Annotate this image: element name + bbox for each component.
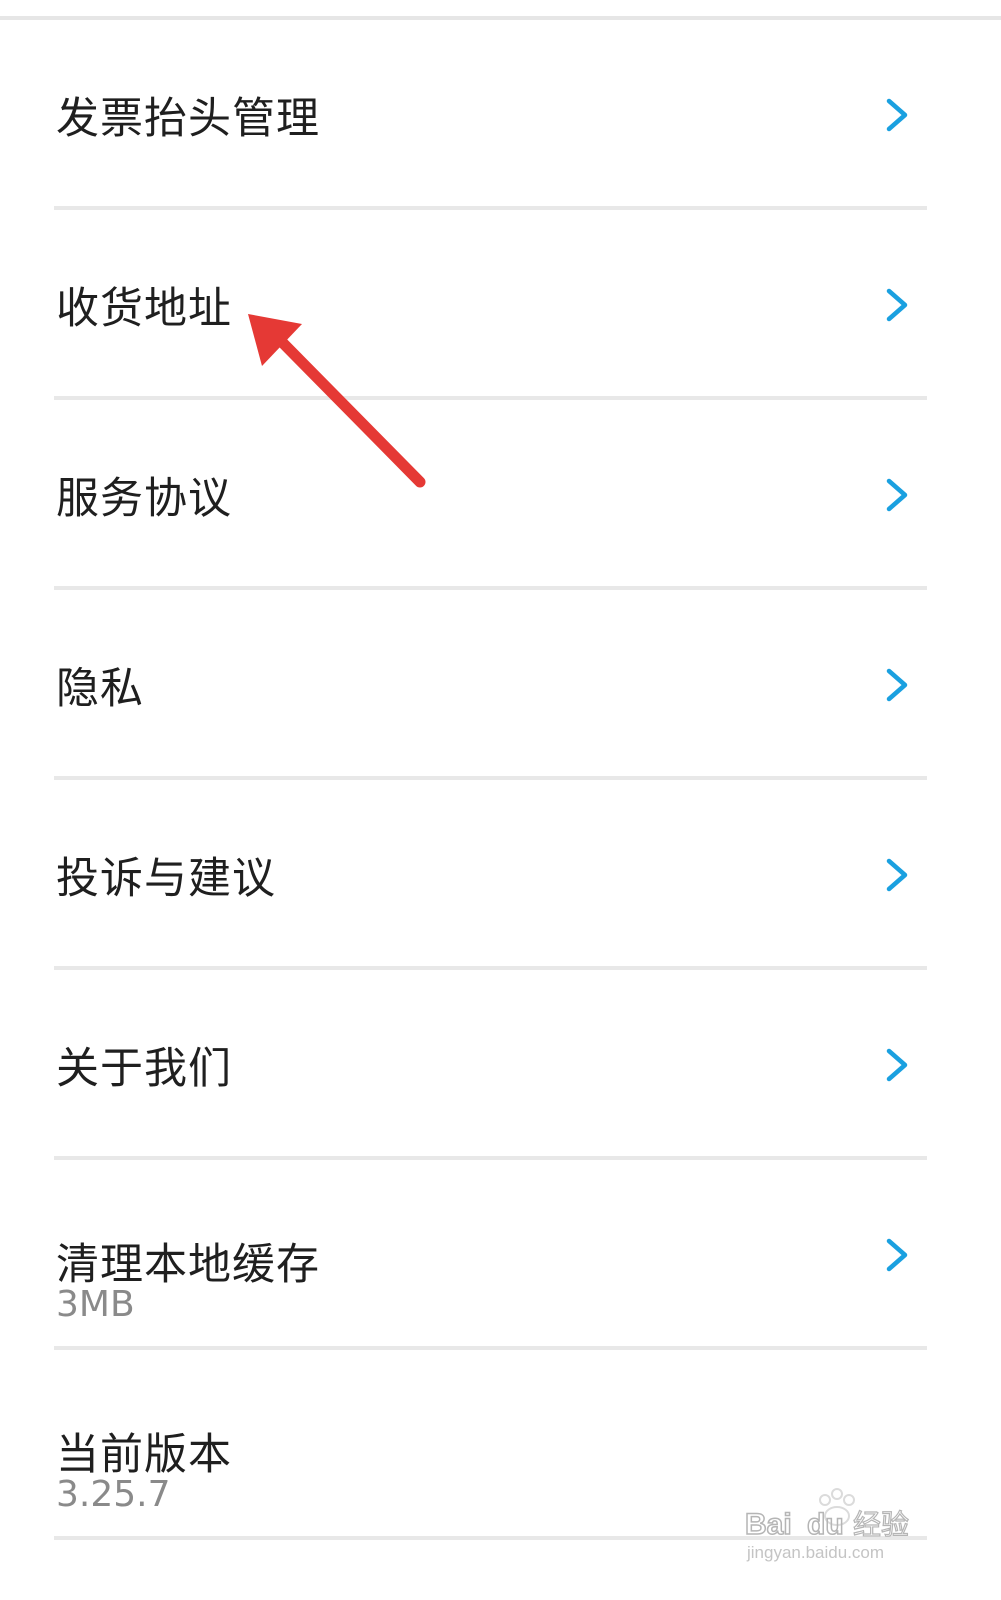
chevron-right-icon xyxy=(886,478,908,512)
settings-item-clear-cache[interactable]: 清理本地缓存 3MB xyxy=(0,1160,1001,1350)
chevron-right-icon xyxy=(886,1048,908,1082)
settings-item-label: 关于我们 xyxy=(56,1044,232,1094)
settings-item-current-version: 当前版本 3.25.7 xyxy=(0,1350,1001,1540)
chevron-right-icon xyxy=(886,1238,908,1272)
watermark-url: jingyan.baidu.com xyxy=(746,1543,884,1562)
settings-item-privacy[interactable]: 隐私 xyxy=(0,590,1001,780)
settings-item-label: 服务协议 xyxy=(56,474,232,524)
settings-item-service-agreement[interactable]: 服务协议 xyxy=(0,400,1001,590)
settings-item-label: 收货地址 xyxy=(56,284,232,334)
version-value: 3.25.7 xyxy=(56,1474,171,1515)
chevron-right-icon xyxy=(886,668,908,702)
settings-list: 发票抬头管理 收货地址 服务协议 隐私 投诉与建议 关于我们 清理本地缓存 3M… xyxy=(0,20,1001,1540)
cache-size-value: 3MB xyxy=(56,1284,135,1325)
settings-item-label: 当前版本 xyxy=(56,1430,232,1480)
chevron-right-icon xyxy=(886,858,908,892)
settings-item-feedback[interactable]: 投诉与建议 xyxy=(0,780,1001,970)
chevron-right-icon xyxy=(886,98,908,132)
settings-item-label: 清理本地缓存 xyxy=(56,1240,320,1290)
settings-item-label: 投诉与建议 xyxy=(56,854,276,904)
chevron-right-icon xyxy=(886,288,908,322)
settings-item-label: 发票抬头管理 xyxy=(56,94,320,144)
settings-item-label: 隐私 xyxy=(56,664,144,714)
settings-item-about-us[interactable]: 关于我们 xyxy=(0,970,1001,1160)
settings-item-shipping-address[interactable]: 收货地址 xyxy=(0,210,1001,400)
settings-item-invoice-title[interactable]: 发票抬头管理 xyxy=(0,20,1001,210)
divider xyxy=(54,1536,927,1540)
